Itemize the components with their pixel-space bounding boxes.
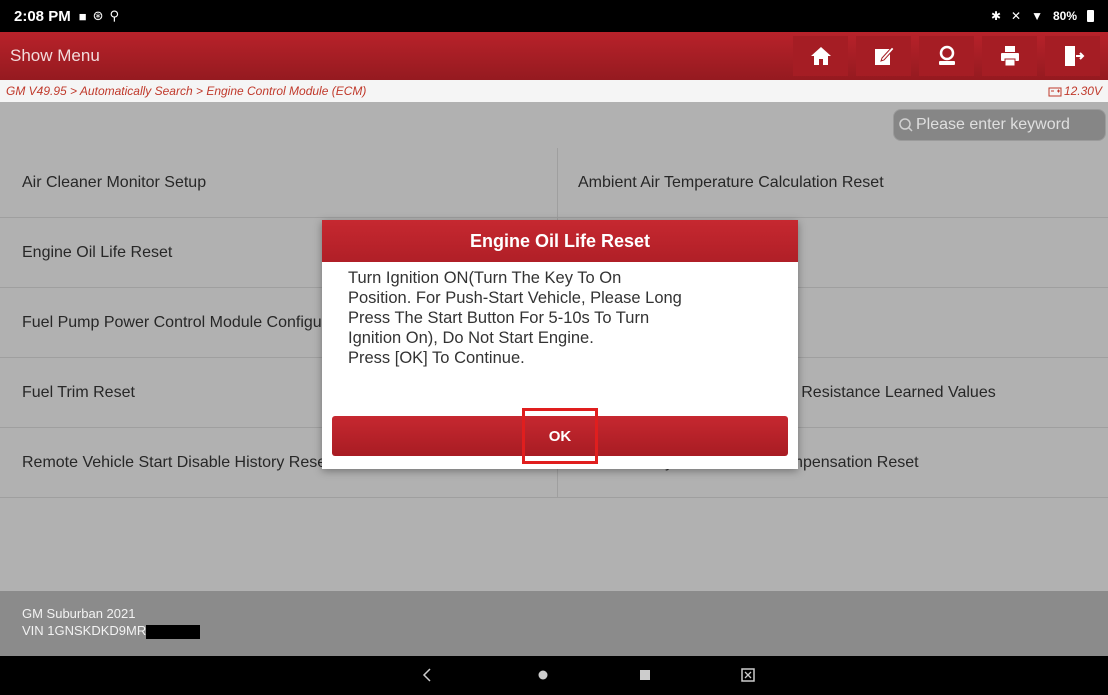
user-feedback-icon: [938, 45, 955, 65]
edit-icon: [874, 46, 895, 65]
dialog-line: Position. For Push-Start Vehicle, Please…: [348, 289, 682, 307]
home-nav-button[interactable]: [528, 664, 558, 686]
screenshot-button[interactable]: [733, 664, 763, 686]
ok-bar[interactable]: OK: [332, 408, 788, 464]
vehicle-info: GM Suburban 2021 VIN 1GNSKDKD9MR: [0, 591, 1108, 656]
vehicle-vin: VIN 1GNSKDKD9MR: [22, 623, 147, 638]
back-icon: [422, 668, 431, 682]
dialog-line: Ignition On), Do Not Start Engine.: [348, 329, 594, 347]
battery-voltage: 12.30V: [1048, 84, 1102, 98]
bluetooth-icon: ✱: [990, 9, 1002, 23]
back-button[interactable]: [412, 664, 442, 686]
system-icons: ✱ ✕ ▼ 80%: [991, 9, 1094, 23]
system-nav-bar: [0, 656, 1108, 695]
vpn-icon: ⚲: [109, 8, 119, 23]
wifi-icon: ▼: [1031, 9, 1043, 23]
dialog-line: Turn Ignition ON(Turn The Key To On: [348, 269, 622, 287]
vin-redaction: [146, 624, 201, 639]
vehicle-vin-row: VIN 1GNSKDKD9MR: [22, 622, 1108, 639]
edit-button[interactable]: [856, 36, 911, 76]
recents-icon: [640, 670, 650, 680]
voltage-value: 12.30V: [1063, 84, 1102, 98]
printer-icon: [1000, 46, 1019, 67]
settings-notification-icon: ⊛: [92, 8, 104, 23]
screenshot-icon: [741, 668, 755, 682]
status-bar: 2:08 PM ■ ⊛ ⚲ ✱ ✕ ▼ 80%: [0, 0, 1108, 32]
vehicle-model: GM Suburban 2021: [22, 606, 136, 621]
exit-icon: [1064, 46, 1084, 66]
feedback-button[interactable]: [919, 36, 974, 76]
mute-icon: ✕: [1011, 9, 1022, 23]
recents-button[interactable]: [630, 664, 660, 686]
car-battery-icon: [1048, 87, 1062, 96]
battery-percent: 80%: [1052, 9, 1077, 23]
dialog-line: Press The Start Button For 5-10s To Turn: [348, 309, 650, 327]
ok-button[interactable]: OK: [522, 408, 598, 464]
home-button[interactable]: [793, 36, 848, 76]
status-time: 2:08 PM: [14, 7, 71, 25]
dialog-message: Turn Ignition ON(Turn The Key To On Posi…: [322, 262, 798, 409]
show-menu-button[interactable]: Show Menu: [0, 46, 793, 66]
exit-button[interactable]: [1045, 36, 1100, 76]
notification-icons: ■ ⊛ ⚲: [79, 8, 119, 24]
dialog-line: Press [OK] To Continue.: [348, 349, 525, 367]
dialog-title: Engine Oil Life Reset: [322, 220, 798, 262]
battery-icon: [1087, 10, 1094, 22]
app-toolbar: Show Menu: [0, 32, 1108, 80]
breadcrumb: GM V49.95 > Automatically Search > Engin…: [0, 80, 1108, 102]
breadcrumb-path: GM V49.95 > Automatically Search > Engin…: [6, 84, 367, 98]
message-icon: ■: [78, 8, 87, 24]
oil-reset-dialog: Engine Oil Life Reset Turn Ignition ON(T…: [322, 220, 798, 469]
home-dot-icon: [538, 670, 548, 680]
home-icon: [810, 47, 831, 65]
print-button[interactable]: [982, 36, 1037, 76]
